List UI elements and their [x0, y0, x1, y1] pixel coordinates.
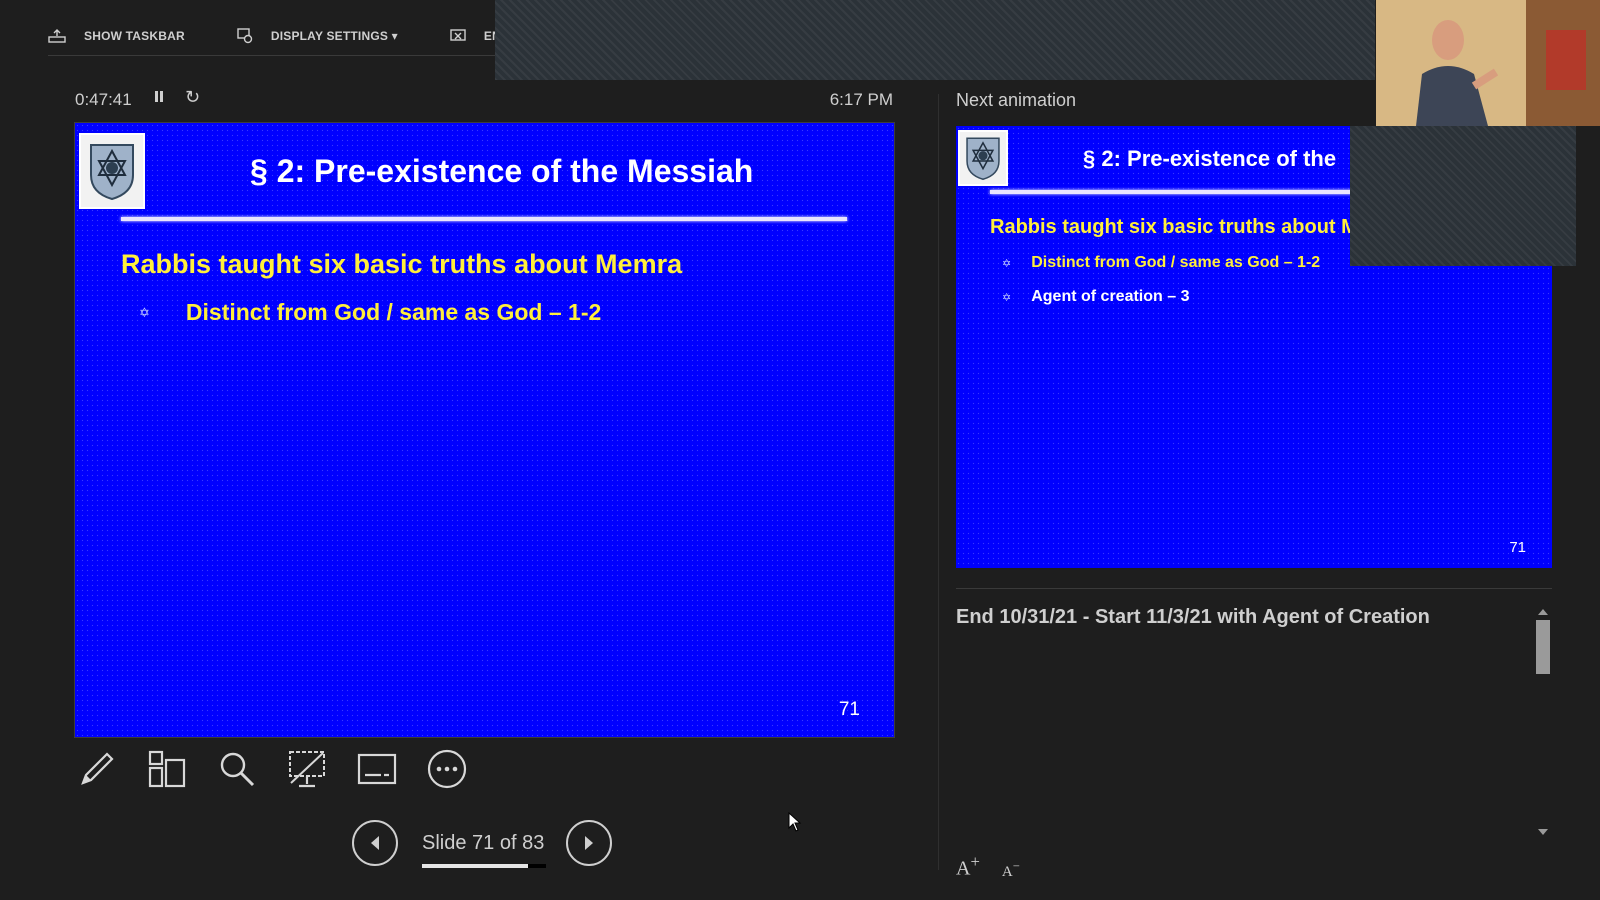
bullet-text: Distinct from God / same as God – 1-2: [1031, 254, 1321, 271]
bullet-text: Agent of creation – 3: [1031, 288, 1190, 305]
video-overlay-bar: [495, 0, 1375, 80]
end-slide-show-button[interactable]: EN: [450, 29, 501, 43]
slide-progress-fill: [422, 864, 529, 868]
slide-heading: Rabbis taught six basic truths about Mem…: [121, 249, 683, 279]
slide-bullet: ✡ Distinct from God / same as God – 1-2: [139, 299, 601, 326]
slide-progress-bar: [422, 864, 546, 868]
pause-icon[interactable]: [153, 88, 165, 109]
panel-divider: [938, 94, 939, 870]
scroll-down-arrow-icon[interactable]: [1536, 826, 1550, 838]
mouse-pointer-icon: [788, 811, 802, 837]
video-overlay-box: [1350, 126, 1576, 266]
zoom-icon[interactable]: [214, 746, 260, 792]
status-row: 0:47:41 ↻ 6:17 PM: [75, 87, 893, 112]
lion-star-shield-logo: [79, 133, 145, 209]
star-of-david-icon: ✡: [1002, 257, 1012, 270]
next-slide-bullet: ✡ Agent of creation – 3: [1002, 288, 1189, 306]
pen-icon[interactable]: [74, 746, 120, 792]
end-show-icon: [450, 29, 466, 41]
current-slide[interactable]: § 2: Pre-existence of the Messiah Rabbis…: [74, 122, 895, 738]
see-all-slides-icon[interactable]: [144, 746, 190, 792]
display-settings-button[interactable]: DISPLAY SETTINGS ▾: [237, 28, 398, 44]
notes-font-controls: A+ A−: [956, 852, 1020, 881]
increase-font-label: A: [956, 857, 971, 880]
decrease-font-button[interactable]: A−: [1002, 859, 1020, 881]
chevron-right-icon: [585, 836, 593, 850]
plus-icon: +: [970, 852, 980, 871]
notes-divider: [956, 588, 1552, 589]
slide-tools: [74, 746, 494, 792]
show-taskbar-button[interactable]: SHOW TASKBAR: [48, 29, 185, 43]
minus-icon: −: [1012, 858, 1020, 873]
scroll-thumb[interactable]: [1536, 620, 1550, 674]
next-slide-heading: Rabbis taught six basic truths about M: [990, 216, 1358, 238]
webcam-video: [1376, 0, 1600, 126]
speaker-notes[interactable]: End 10/31/21 - Start 11/3/21 with Agent …: [956, 606, 1516, 629]
restart-icon[interactable]: ↻: [185, 87, 200, 108]
taskbar-icon: [48, 29, 66, 43]
next-slide-title: § 2: Pre-existence of the: [1083, 146, 1337, 171]
previous-slide-button[interactable]: [352, 820, 398, 866]
next-slide-number: 71: [1509, 539, 1526, 556]
scroll-up-arrow-icon[interactable]: [1536, 606, 1550, 618]
lion-star-shield-logo: [958, 130, 1008, 186]
next-slide-button[interactable]: [566, 820, 612, 866]
elapsed-timer: 0:47:41: [75, 90, 132, 109]
title-rule: [121, 217, 847, 221]
current-time: 6:17 PM: [829, 90, 893, 109]
slide-counter[interactable]: Slide 71 of 83: [422, 832, 544, 855]
next-slide-bullet: ✡ Distinct from God / same as God – 1-2: [1002, 254, 1320, 272]
star-of-david-icon: ✡: [1002, 291, 1012, 304]
next-animation-label: Next animation: [956, 90, 1077, 110]
slide-number: 71: [838, 699, 860, 720]
notes-scrollbar[interactable]: [1536, 606, 1550, 838]
show-taskbar-label: SHOW TASKBAR: [84, 29, 185, 43]
toolbar-divider: [48, 55, 496, 56]
presenter-toolbar: SHOW TASKBAR DISPLAY SETTINGS ▾ EN: [48, 18, 553, 54]
display-settings-icon: [237, 28, 253, 44]
increase-font-button[interactable]: A+: [956, 852, 980, 881]
star-of-david-icon: ✡: [139, 304, 150, 320]
slide-title: § 2: Pre-existence of the Messiah: [250, 153, 754, 189]
bullet-text: Distinct from God / same as God – 1-2: [185, 299, 602, 325]
more-options-icon[interactable]: [424, 746, 470, 792]
subtitles-icon[interactable]: [354, 746, 400, 792]
decrease-font-label: A: [1001, 863, 1013, 880]
chevron-left-icon: [371, 836, 379, 850]
display-settings-label: DISPLAY SETTINGS ▾: [270, 29, 398, 43]
black-screen-icon[interactable]: [284, 746, 330, 792]
